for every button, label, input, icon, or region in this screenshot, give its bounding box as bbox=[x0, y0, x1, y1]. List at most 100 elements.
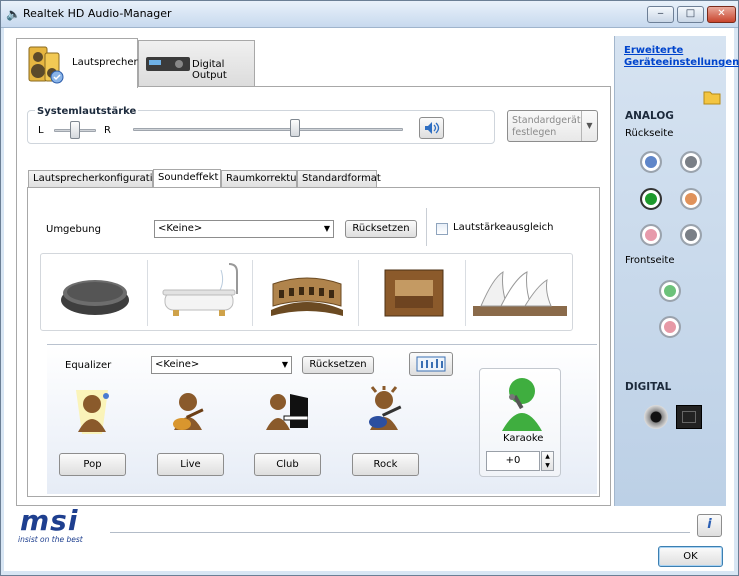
jack-side-gray[interactable] bbox=[680, 151, 702, 173]
preset-pop-label: Pop bbox=[83, 459, 102, 470]
volume-slider-track[interactable] bbox=[133, 128, 403, 131]
tab-room-correction-label: Raumkorrektur bbox=[226, 173, 301, 184]
equalizer-reset-button[interactable]: Rücksetzen bbox=[302, 356, 374, 374]
chevron-down-icon: ▼ bbox=[581, 111, 597, 141]
jack-center-orange[interactable] bbox=[680, 188, 702, 210]
tab-default-format[interactable]: Standardformat bbox=[297, 170, 381, 187]
advanced-settings-link[interactable]: Erweiterte Geräteeinstellungen bbox=[624, 45, 739, 69]
speaker-volume-icon bbox=[424, 122, 439, 134]
speaker-app-icon: 🔈 bbox=[6, 7, 21, 21]
tab-sound-effect[interactable]: Soundeffekt bbox=[153, 169, 221, 187]
speaker-icon bbox=[28, 46, 64, 84]
connector-sidebar bbox=[614, 36, 726, 506]
tab-lautsprecher-label: Lautsprecher bbox=[72, 57, 138, 68]
title-bar: 🔈 Realtek HD Audio-Manager ‒ □ ✕ bbox=[1, 1, 738, 28]
jack-mic-pink[interactable] bbox=[640, 224, 662, 246]
msi-tagline: insist on the best bbox=[18, 535, 83, 544]
preset-rock-label: Rock bbox=[373, 459, 398, 470]
jack-front-green[interactable] bbox=[659, 280, 681, 302]
back-panel-label: Rückseite bbox=[625, 128, 674, 139]
coaxial-connector-icon[interactable] bbox=[644, 405, 668, 429]
opera-house-environment-icon[interactable] bbox=[471, 264, 569, 324]
environment-label: Umgebung bbox=[46, 224, 101, 235]
jack-line-out-green[interactable] bbox=[640, 188, 662, 210]
info-icon: i bbox=[707, 517, 712, 532]
equalizer-label: Equalizer bbox=[65, 360, 112, 371]
msi-logo: msi insist on the best bbox=[16, 504, 108, 544]
club-pianist-icon bbox=[266, 394, 308, 430]
chevron-down-icon: ▼ bbox=[323, 224, 330, 233]
preset-rock-button[interactable]: Rock bbox=[352, 453, 419, 476]
ok-button-label: OK bbox=[683, 551, 698, 562]
set-default-device-button[interactable]: Standardgerät festlegen ▼ bbox=[507, 110, 598, 142]
mute-button[interactable] bbox=[419, 117, 444, 139]
tab-speaker-config-label: Lautsprecherkonfiguration bbox=[33, 173, 165, 184]
preset-club-button[interactable]: Club bbox=[254, 453, 321, 476]
digital-heading: DIGITAL bbox=[625, 381, 672, 393]
tab-default-format-label: Standardformat bbox=[302, 173, 381, 184]
rock-guitarist-icon bbox=[369, 386, 402, 430]
equalizer-select-value: <Keine> bbox=[155, 359, 200, 370]
minimize-button[interactable]: ‒ bbox=[647, 6, 674, 23]
environment-reset-button[interactable]: Rücksetzen bbox=[345, 220, 417, 238]
preset-live-label: Live bbox=[180, 459, 201, 470]
tab-lautsprecher[interactable]: Lautsprecher bbox=[16, 38, 138, 88]
graphic-equalizer-button[interactable] bbox=[409, 352, 453, 376]
front-panel-label: Frontseite bbox=[625, 255, 675, 266]
jack-rear-gray[interactable] bbox=[680, 224, 702, 246]
environment-select-value: <Keine> bbox=[158, 223, 203, 234]
ok-button[interactable]: OK bbox=[658, 546, 723, 567]
analog-heading: ANALOG bbox=[625, 110, 674, 122]
optical-connector-icon[interactable] bbox=[676, 405, 702, 429]
tab-sound-effect-label: Soundeffekt bbox=[158, 172, 219, 183]
karaoke-stepper[interactable]: ▲ ▼ bbox=[541, 451, 554, 471]
chevron-down-icon: ▼ bbox=[281, 360, 288, 369]
bottom-divider bbox=[110, 532, 690, 533]
environment-gallery bbox=[40, 253, 573, 331]
volume-slider-thumb[interactable] bbox=[290, 119, 300, 137]
info-button[interactable]: i bbox=[697, 514, 722, 537]
loudness-label: Lautstärkeausgleich bbox=[453, 222, 554, 233]
loudness-checkbox[interactable] bbox=[436, 223, 448, 235]
tab-speaker-config[interactable]: Lautsprecherkonfiguration bbox=[28, 170, 165, 187]
msi-logo-text: msi bbox=[20, 504, 79, 537]
environment-select[interactable]: <Keine> ▼ bbox=[154, 220, 334, 238]
window-title: Realtek HD Audio-Manager bbox=[23, 7, 172, 20]
system-volume-label: Systemlautstärke bbox=[35, 106, 139, 117]
karaoke-value-field[interactable]: +0 bbox=[486, 451, 540, 471]
pop-singer-icon bbox=[76, 390, 109, 434]
divider bbox=[147, 260, 148, 326]
jack-front-pink[interactable] bbox=[659, 316, 681, 338]
divider bbox=[465, 260, 466, 326]
preset-pop-button[interactable]: Pop bbox=[59, 453, 126, 476]
close-button[interactable]: ✕ bbox=[707, 6, 736, 23]
divider bbox=[358, 260, 359, 326]
preset-live-button[interactable]: Live bbox=[157, 453, 224, 476]
tab-room-correction[interactable]: Raumkorrektur bbox=[221, 170, 301, 187]
jack-line-in-blue[interactable] bbox=[640, 151, 662, 173]
balance-left-label: L bbox=[38, 125, 44, 136]
separator bbox=[426, 208, 427, 246]
maximize-button[interactable]: □ bbox=[677, 6, 704, 23]
bathtub-environment-icon[interactable] bbox=[159, 262, 243, 322]
equalizer-select[interactable]: <Keine> ▼ bbox=[151, 356, 292, 374]
folder-icon[interactable] bbox=[702, 88, 722, 106]
equalizer-reset-label: Rücksetzen bbox=[309, 359, 367, 370]
karaoke-singer-icon bbox=[502, 378, 542, 431]
tab-digital-output-label: Digital Output bbox=[192, 59, 227, 81]
balance-right-label: R bbox=[104, 125, 111, 136]
balance-slider-thumb[interactable] bbox=[70, 121, 80, 139]
live-guitarist-icon bbox=[173, 393, 204, 430]
tab-digital-output[interactable]: Digital Output bbox=[138, 40, 255, 86]
stepper-up-icon[interactable]: ▲ bbox=[542, 452, 553, 461]
stone-disc-environment-icon[interactable] bbox=[55, 268, 135, 320]
set-default-device-label: Standardgerät festlegen bbox=[512, 115, 581, 138]
stone-room-environment-icon[interactable] bbox=[379, 266, 449, 322]
preset-club-label: Club bbox=[276, 459, 299, 470]
digital-receiver-icon bbox=[146, 57, 190, 71]
environment-reset-label: Rücksetzen bbox=[352, 223, 410, 234]
stepper-down-icon[interactable]: ▼ bbox=[542, 461, 553, 470]
equalizer-icon bbox=[416, 356, 446, 372]
divider bbox=[252, 260, 253, 326]
colosseum-environment-icon[interactable] bbox=[267, 266, 347, 320]
